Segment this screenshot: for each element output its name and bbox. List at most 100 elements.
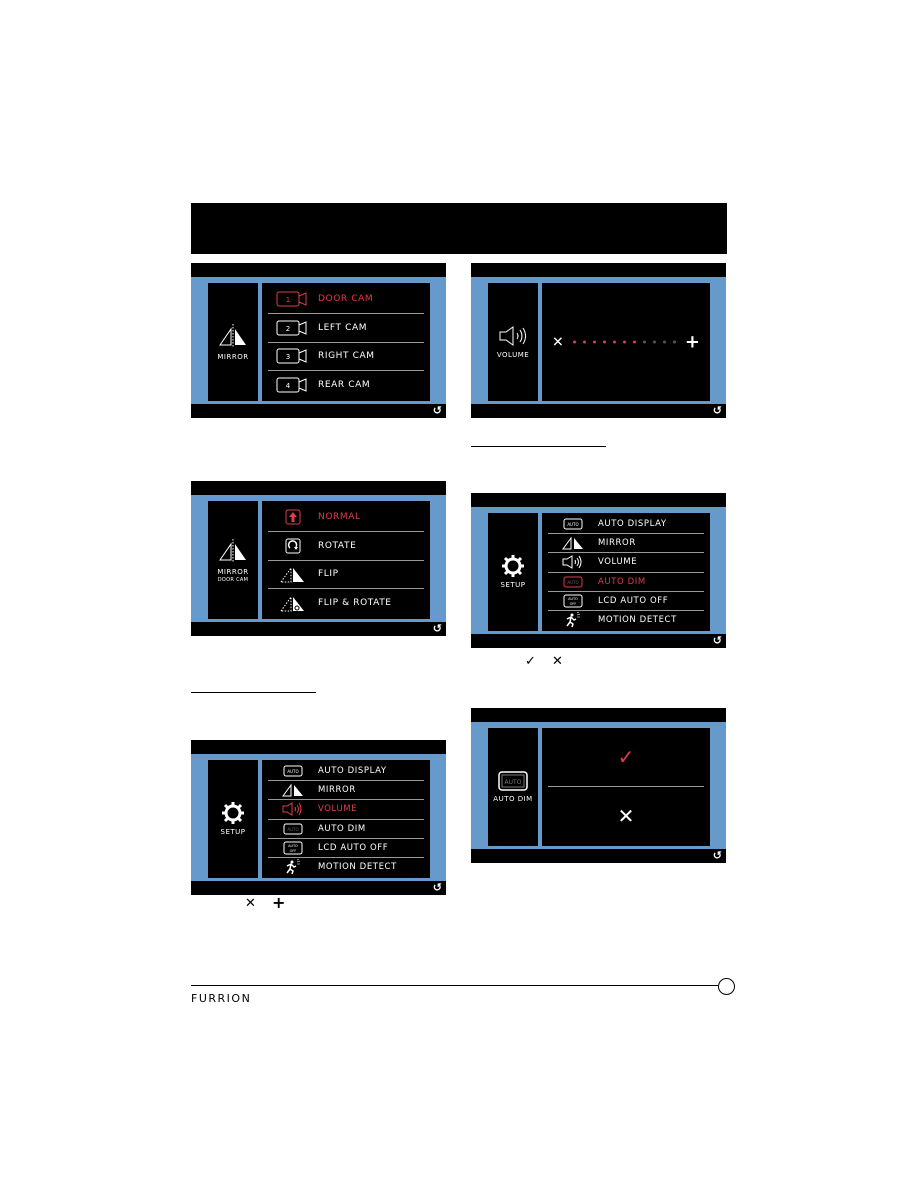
motion-detect-icon — [566, 611, 581, 628]
gear-icon — [502, 554, 524, 577]
side-panel: MIRROR DOOR CAM — [208, 501, 258, 619]
volume-dot — [642, 340, 646, 344]
camera-label: RIGHT CAM — [318, 351, 375, 362]
volume-panel: ✕ + — [542, 283, 710, 401]
mirror-icon — [282, 783, 303, 797]
setup-item-auto-display[interactable]: AUTO AUTO DISPLAY — [268, 762, 424, 782]
mode-item-flip[interactable]: FLIP — [268, 561, 424, 590]
setup-item-auto-dim[interactable]: AUTO AUTO DIM — [268, 820, 424, 839]
setup-item-label: VOLUME — [598, 557, 638, 568]
svg-text:AUTO: AUTO — [567, 522, 578, 527]
auto-dim-icon: AUTO — [498, 770, 528, 791]
side-label: MIRROR — [217, 567, 249, 576]
option-off[interactable]: ✕ — [548, 787, 704, 845]
cross-icon: ✕ — [552, 654, 563, 669]
setup-item-label: AUTO DIM — [318, 823, 366, 834]
camera-item-right[interactable]: 3 RIGHT CAM — [268, 343, 424, 372]
return-icon[interactable]: ↺ — [433, 623, 442, 635]
svg-text:OFF: OFF — [290, 849, 297, 853]
setup-item-label: MOTION DETECT — [318, 861, 397, 872]
heading-underline — [191, 692, 316, 693]
mirror-icon — [219, 323, 246, 348]
setup-item-volume[interactable]: VOLUME — [268, 800, 424, 820]
return-icon[interactable]: ↺ — [713, 850, 722, 862]
mode-label: NORMAL — [318, 511, 361, 522]
bottom-bar: ↺ — [191, 404, 446, 418]
bottom-bar: ↺ — [471, 634, 726, 648]
setup-item-auto-display[interactable]: AUTO AUTO DISPLAY — [548, 515, 704, 535]
svg-text:AUTO: AUTO — [287, 769, 298, 774]
volume-up-button[interactable]: + — [685, 332, 700, 353]
gear-icon — [222, 801, 244, 824]
volume-down-button[interactable]: ✕ — [552, 334, 564, 350]
camera-label: LEFT CAM — [318, 322, 368, 333]
setup-item-label: VOLUME — [318, 804, 358, 815]
side-label: MIRROR — [217, 352, 249, 361]
rotate-icon — [285, 538, 301, 554]
motion-detect-icon — [286, 858, 301, 875]
setup-item-mirror[interactable]: MIRROR — [548, 534, 704, 554]
flip-rotate-icon — [280, 595, 304, 612]
mode-item-rotate[interactable]: ROTATE — [268, 532, 424, 561]
speaker-icon — [562, 555, 582, 570]
svg-text:3: 3 — [286, 353, 290, 361]
speaker-icon — [282, 802, 302, 817]
top-bar — [471, 263, 726, 277]
return-icon[interactable]: ↺ — [713, 405, 722, 417]
camera-3-icon: 3 — [276, 348, 307, 364]
bottom-bar: ↺ — [191, 622, 446, 636]
volume-screen: VOLUME ✕ + ↺ — [471, 263, 726, 418]
volume-dot — [602, 340, 606, 344]
top-bar — [471, 493, 726, 507]
volume-dot — [632, 340, 636, 344]
setup-item-label: LCD AUTO OFF — [318, 842, 389, 853]
setup-item-mirror[interactable]: MIRROR — [268, 781, 424, 801]
camera-item-rear[interactable]: 4 REAR CAM — [268, 371, 424, 399]
mirror-icon — [219, 538, 246, 563]
setup-item-lcd-auto-off[interactable]: AUTO OFF LCD AUTO OFF — [548, 592, 704, 611]
camera-item-door[interactable]: 1 DOOR CAM — [268, 285, 424, 314]
setup-autodim-screen: SETUP AUTO AUTO DISPLAY MIRROR VOLUME AUTO AU… — [471, 493, 726, 648]
option-on[interactable]: ✓ — [548, 728, 704, 787]
setup-item-lcd-auto-off[interactable]: AUTO OFF LCD AUTO OFF — [268, 839, 424, 858]
return-icon[interactable]: ↺ — [713, 635, 722, 647]
check-icon: ✓ — [525, 654, 536, 669]
setup-item-label: AUTO DISPLAY — [318, 766, 387, 777]
camera-item-left[interactable]: 2 LEFT CAM — [268, 314, 424, 343]
side-panel: SETUP — [488, 513, 538, 631]
volume-level-slider[interactable] — [572, 340, 676, 344]
setup-menu: AUTO AUTO DISPLAY MIRROR VOLUME AUTO AUTO DIM… — [542, 513, 710, 631]
autodim-toggle-screen: AUTO AUTO DIM ✓ ✕ ↺ — [471, 708, 726, 863]
mirror-mode-list: NORMAL ROTATE FLIP FLIP & ROTATE — [262, 501, 430, 619]
setup-item-motion-detect[interactable]: MOTION DETECT — [548, 611, 704, 629]
svg-text:AUTO: AUTO — [568, 597, 578, 601]
mode-item-normal[interactable]: NORMAL — [268, 503, 424, 532]
camera-2-icon: 2 — [276, 320, 307, 336]
bottom-bar: ↺ — [191, 881, 446, 895]
mode-label: FLIP — [318, 569, 339, 580]
auto-dim-icon: AUTO — [563, 576, 583, 588]
camera-label: REAR CAM — [318, 380, 371, 391]
mode-label: ROTATE — [318, 540, 357, 551]
setup-item-label: MIRROR — [598, 538, 636, 549]
top-bar — [471, 708, 726, 722]
mode-item-flip-rotate[interactable]: FLIP & ROTATE — [268, 589, 424, 617]
setup-item-label: MIRROR — [318, 785, 356, 796]
setup-item-volume[interactable]: VOLUME — [548, 553, 704, 573]
svg-text:2: 2 — [286, 325, 290, 333]
arrow-up-icon — [285, 509, 301, 525]
side-panel: SETUP — [208, 760, 258, 878]
lcd-auto-off-icon: AUTOOFF — [283, 841, 303, 855]
flip-icon — [280, 566, 304, 583]
return-icon[interactable]: ↺ — [433, 405, 442, 417]
side-panel: VOLUME — [488, 283, 538, 401]
auto-dim-icon: AUTO — [283, 823, 303, 835]
volume-dot — [572, 340, 576, 344]
top-bar — [191, 740, 446, 754]
return-icon[interactable]: ↺ — [433, 882, 442, 894]
side-panel: MIRROR — [208, 283, 258, 401]
setup-item-motion-detect[interactable]: MOTION DETECT — [268, 858, 424, 876]
setup-item-auto-dim[interactable]: AUTO AUTO DIM — [548, 573, 704, 592]
volume-dot — [582, 340, 586, 344]
svg-text:4: 4 — [286, 382, 291, 390]
